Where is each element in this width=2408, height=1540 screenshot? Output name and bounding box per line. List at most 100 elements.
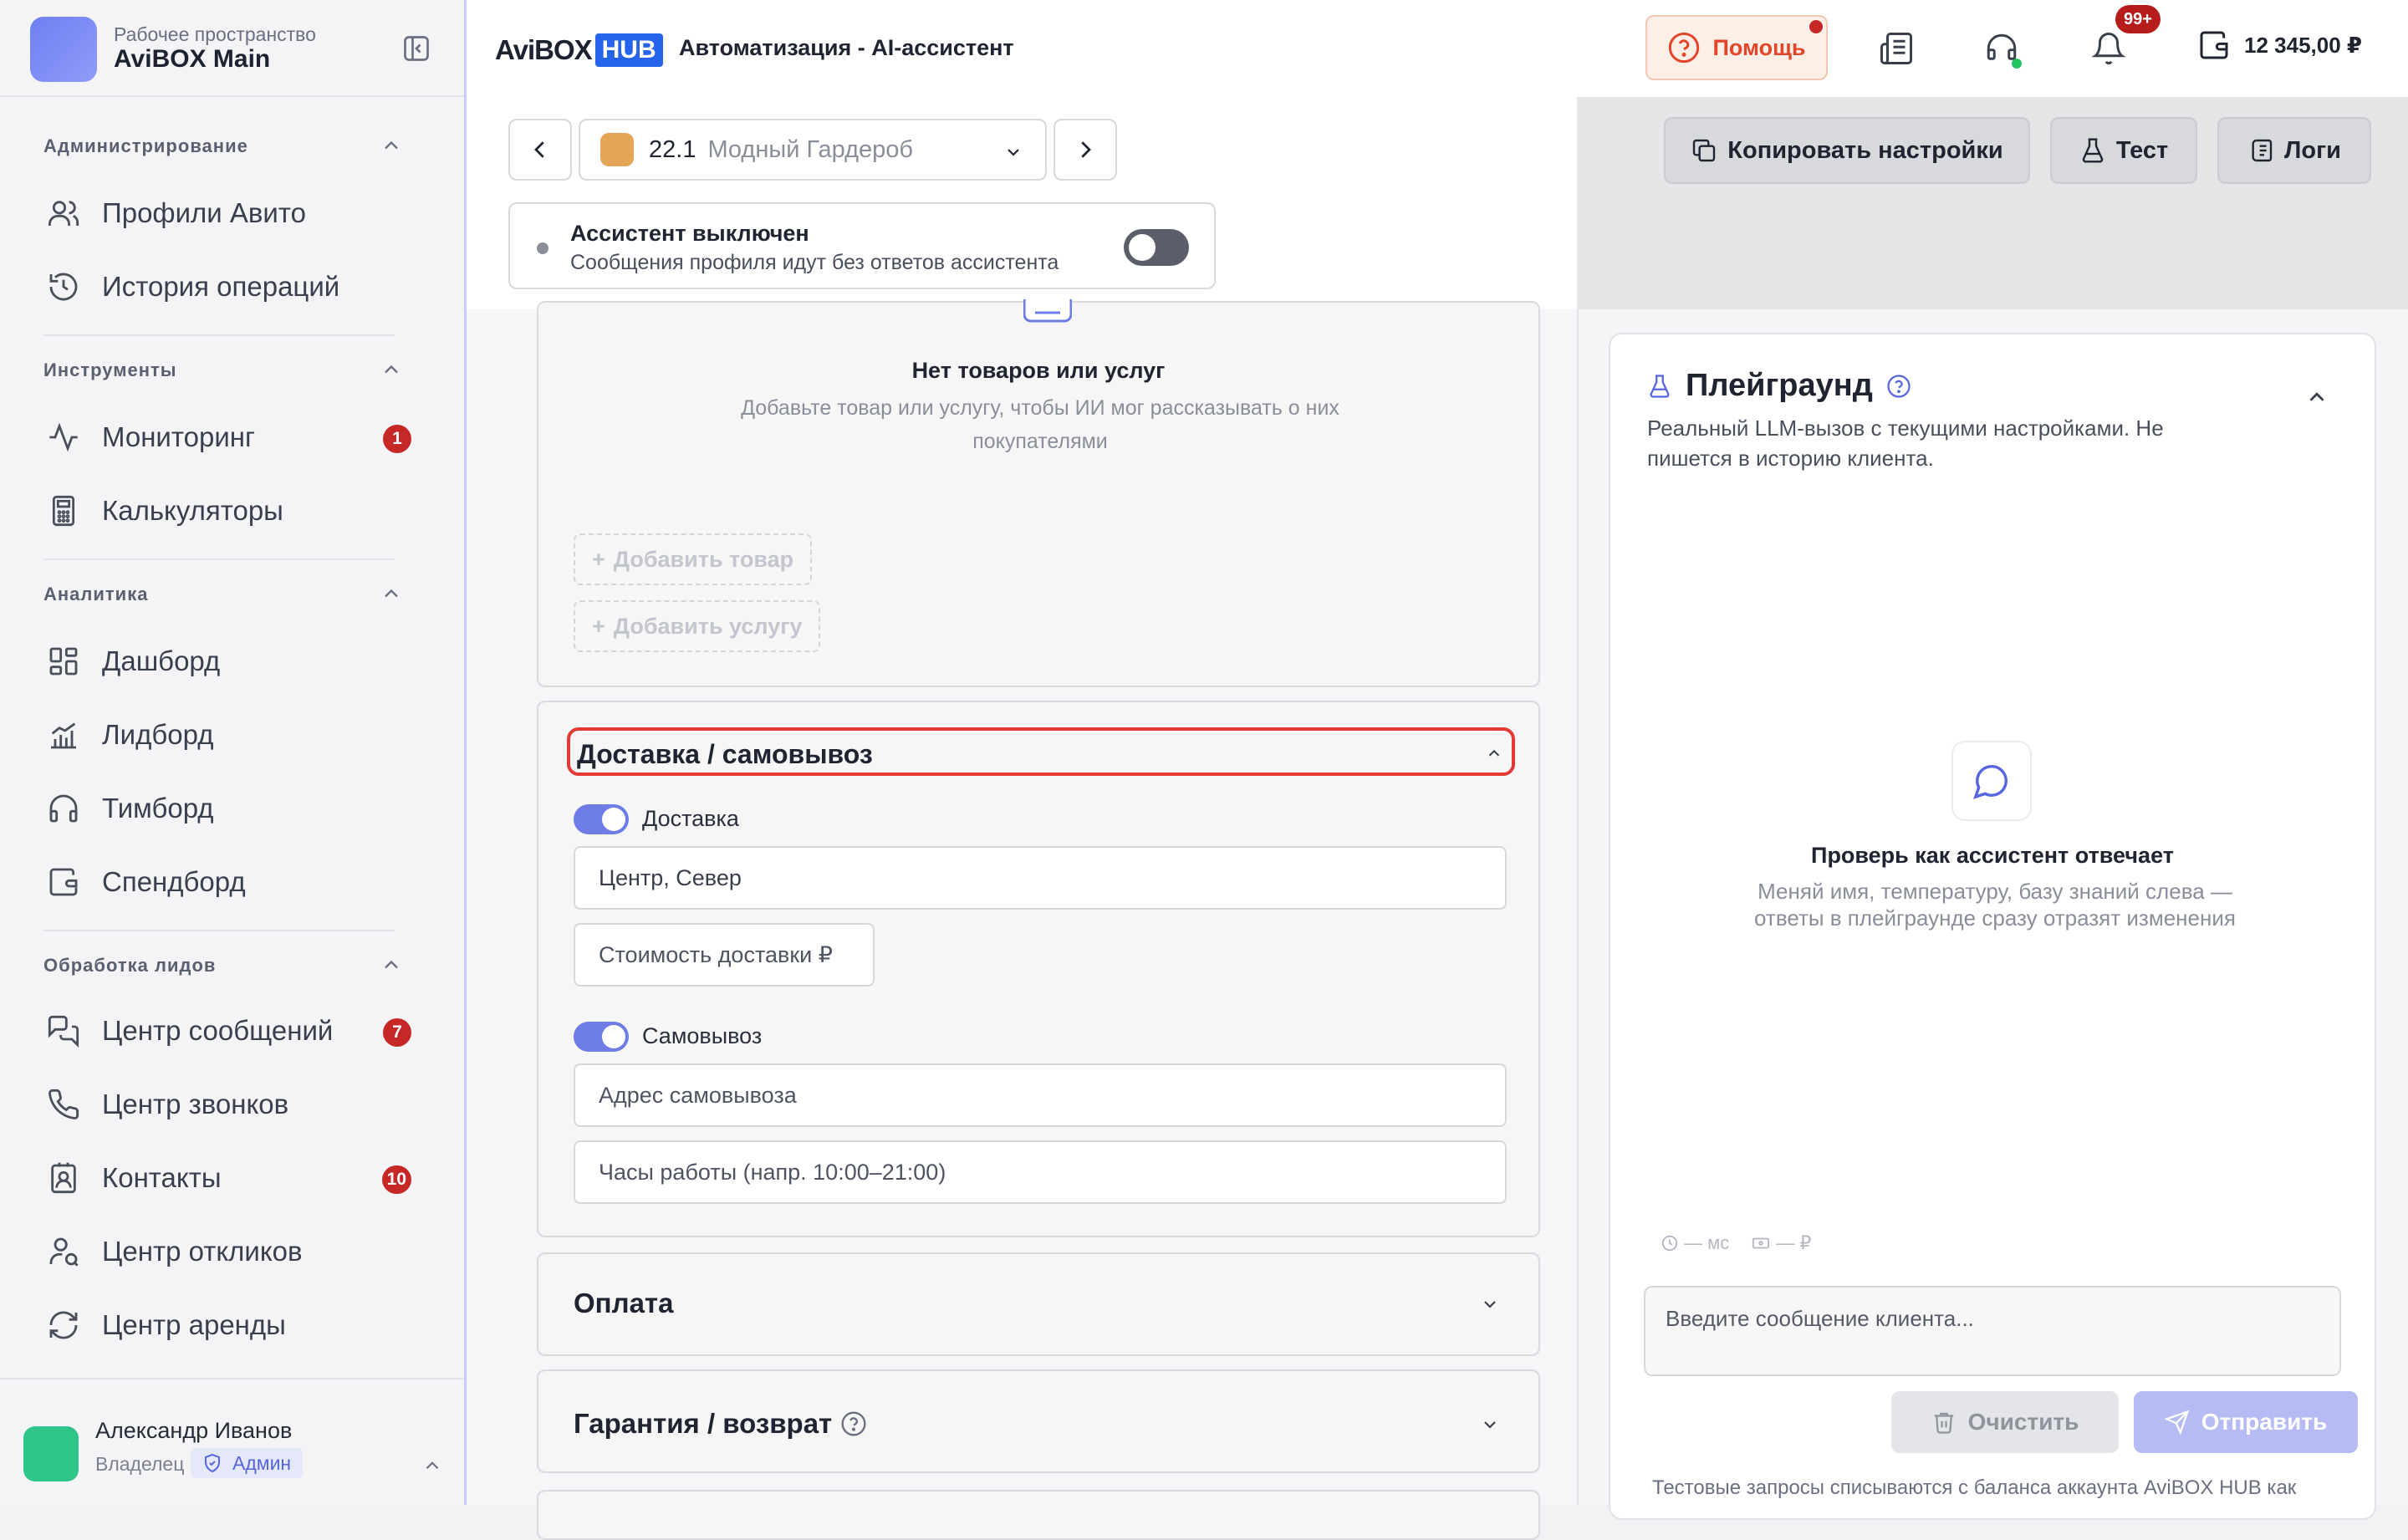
workspace-subtitle: Рабочее пространство: [114, 23, 316, 45]
user-profile[interactable]: Александр Иванов Владелец Админ: [0, 1378, 464, 1505]
delivery-section-header[interactable]: Доставка / самовывоз: [567, 727, 1515, 776]
help-icon[interactable]: [840, 1410, 867, 1437]
copy-settings-label: Копировать настройки: [1727, 136, 2003, 164]
playground-header: Плейграунд: [1647, 368, 1911, 404]
help-indicator-dot: [1809, 20, 1823, 33]
logs-label: Логи: [2284, 136, 2341, 164]
latency-value: — мс: [1684, 1232, 1730, 1253]
sidebar-item-history[interactable]: История операций: [43, 261, 411, 313]
playground-card: Плейграунд Реальный LLM-вызов с текущими…: [1609, 333, 2376, 1520]
flask-icon: [1650, 374, 1670, 398]
pickup-address-input[interactable]: Адрес самовывоза: [574, 1063, 1507, 1127]
user-role: Владелец: [95, 1453, 185, 1475]
chevron-up-icon[interactable]: [380, 953, 403, 977]
sidebar-item-label: Тимборд: [102, 793, 214, 824]
help-button-label: Помощь: [1712, 34, 1806, 60]
clear-button[interactable]: Очистить: [1891, 1391, 2119, 1453]
add-product-label: Добавить товар: [613, 546, 794, 572]
sidebar-item-dashboard[interactable]: Дашборд: [43, 635, 411, 687]
clock-icon: [1661, 1235, 1678, 1252]
clear-label: Очистить: [1967, 1409, 2079, 1435]
logs-button[interactable]: Логи: [2217, 117, 2371, 184]
chevron-up-icon[interactable]: [421, 1455, 443, 1476]
bell-icon[interactable]: [2089, 28, 2129, 69]
latency-metric: — мс: [1661, 1232, 1729, 1254]
bar-chart-icon: [43, 715, 84, 755]
avatar: [23, 1426, 79, 1481]
history-icon: [43, 267, 84, 307]
cost-value: — ₽: [1776, 1232, 1812, 1253]
sidebar-item-responses[interactable]: Центр откликов: [43, 1226, 411, 1277]
profile-select[interactable]: 22.1 Модный Гардероб: [579, 119, 1047, 181]
assistant-status-card: Ассистент выключен Сообщения профиля иду…: [508, 202, 1216, 289]
users-icon: [43, 193, 84, 233]
brand-hub: HUB: [594, 33, 663, 67]
page-title: Автоматизация - AI-ассистент: [679, 35, 1014, 60]
warranty-card[interactable]: Гарантия / возврат: [537, 1369, 1540, 1473]
sidebar-item-calculators[interactable]: Калькуляторы: [43, 485, 411, 537]
test-button[interactable]: Тест: [2050, 117, 2197, 184]
chevron-up-icon[interactable]: [380, 582, 403, 605]
workspace-header[interactable]: Рабочее пространство AviBOX Main: [0, 0, 464, 97]
send-button[interactable]: Отправить: [2134, 1391, 2358, 1453]
chat-bubble-icon: [1951, 741, 2032, 821]
sidebar-item-label: Центр аренды: [102, 1309, 286, 1340]
sidebar-item-leadboard[interactable]: Лидборд: [43, 709, 411, 761]
section-title-analytics: Аналитика: [43, 584, 149, 604]
sidebar-item-calls[interactable]: Центр звонков: [43, 1079, 411, 1130]
sidebar-item-rent[interactable]: Центр аренды: [43, 1299, 411, 1351]
brand-logo[interactable]: AviBOX HUB: [495, 33, 663, 67]
playground-empty-title: Проверь как ассистент отвечает: [1811, 843, 2174, 868]
delivery-cost-input[interactable]: Стоимость доставки ₽: [574, 923, 875, 987]
contacts-icon: [43, 1158, 84, 1198]
delivery-toggle[interactable]: [574, 804, 629, 834]
sidebar-item-label: Лидборд: [102, 719, 214, 750]
plus-icon: +: [592, 613, 605, 639]
chevron-right-icon: [1081, 141, 1091, 158]
prev-profile-button[interactable]: [508, 119, 572, 181]
news-icon[interactable]: [1876, 28, 1916, 69]
phone-icon: [43, 1084, 84, 1124]
sidebar-item-teamboard[interactable]: Тимборд: [43, 783, 411, 834]
send-label: Отправить: [2201, 1409, 2328, 1435]
playground-billing-note: Тестовые запросы списываются с баланса а…: [1652, 1476, 2297, 1499]
client-message-input[interactable]: Введите сообщение клиента...: [1644, 1286, 2341, 1376]
sidebar-item-messages[interactable]: Центр сообщений 7: [43, 1005, 411, 1057]
sidebar: Рабочее пространство AviBOX Main Админис…: [0, 0, 467, 1505]
products-card: Нет товаров или услуг Добавьте товар или…: [537, 299, 1540, 687]
payment-card[interactable]: Оплата: [537, 1252, 1540, 1356]
add-service-button[interactable]: + Добавить услугу: [574, 600, 821, 652]
admin-badge: Админ: [191, 1448, 304, 1478]
calculator-icon: [43, 491, 84, 531]
chevron-up-icon: [1485, 744, 1503, 762]
sidebar-item-monitoring[interactable]: Мониторинг 1: [43, 411, 411, 463]
help-icon[interactable]: [1886, 374, 1911, 399]
sidebar-item-contacts[interactable]: Контакты 10: [43, 1152, 411, 1204]
pickup-toggle-label: Самовывоз: [642, 1023, 763, 1048]
divider: [43, 558, 395, 560]
pickup-toggle[interactable]: [574, 1022, 629, 1052]
chevron-up-icon[interactable]: [380, 134, 403, 157]
balance-amount: 12 345,00 ₽: [2244, 32, 2362, 58]
add-product-button[interactable]: + Добавить товар: [574, 533, 813, 585]
wallet-icon: [43, 862, 84, 902]
count-badge: 7: [383, 1018, 411, 1047]
status-dot: [537, 242, 548, 254]
assistant-status-title: Ассистент выключен: [570, 221, 809, 246]
chevron-up-icon[interactable]: [2304, 385, 2329, 410]
wallet-icon: [2200, 31, 2228, 59]
workspace-logo: [30, 17, 97, 82]
chevron-up-icon[interactable]: [380, 358, 403, 381]
pickup-hours-input[interactable]: Часы работы (напр. 10:00–21:00): [574, 1140, 1507, 1204]
assistant-toggle[interactable]: [1124, 229, 1189, 266]
trash-icon: [1934, 1412, 1953, 1434]
help-button[interactable]: Помощь: [1645, 15, 1828, 80]
sidebar-item-avito-profiles[interactable]: Профили Авито: [43, 187, 411, 239]
next-profile-button[interactable]: [1054, 119, 1117, 181]
sidebar-collapse-icon[interactable]: [401, 33, 431, 64]
copy-settings-button[interactable]: Копировать настройки: [1664, 117, 2030, 184]
sidebar-item-spendboard[interactable]: Спендборд: [43, 856, 411, 908]
delivery-area-input[interactable]: Центр, Север: [574, 846, 1507, 910]
copy-icon: [1693, 139, 1716, 162]
balance-button[interactable]: 12 345,00 ₽: [2197, 28, 2362, 62]
